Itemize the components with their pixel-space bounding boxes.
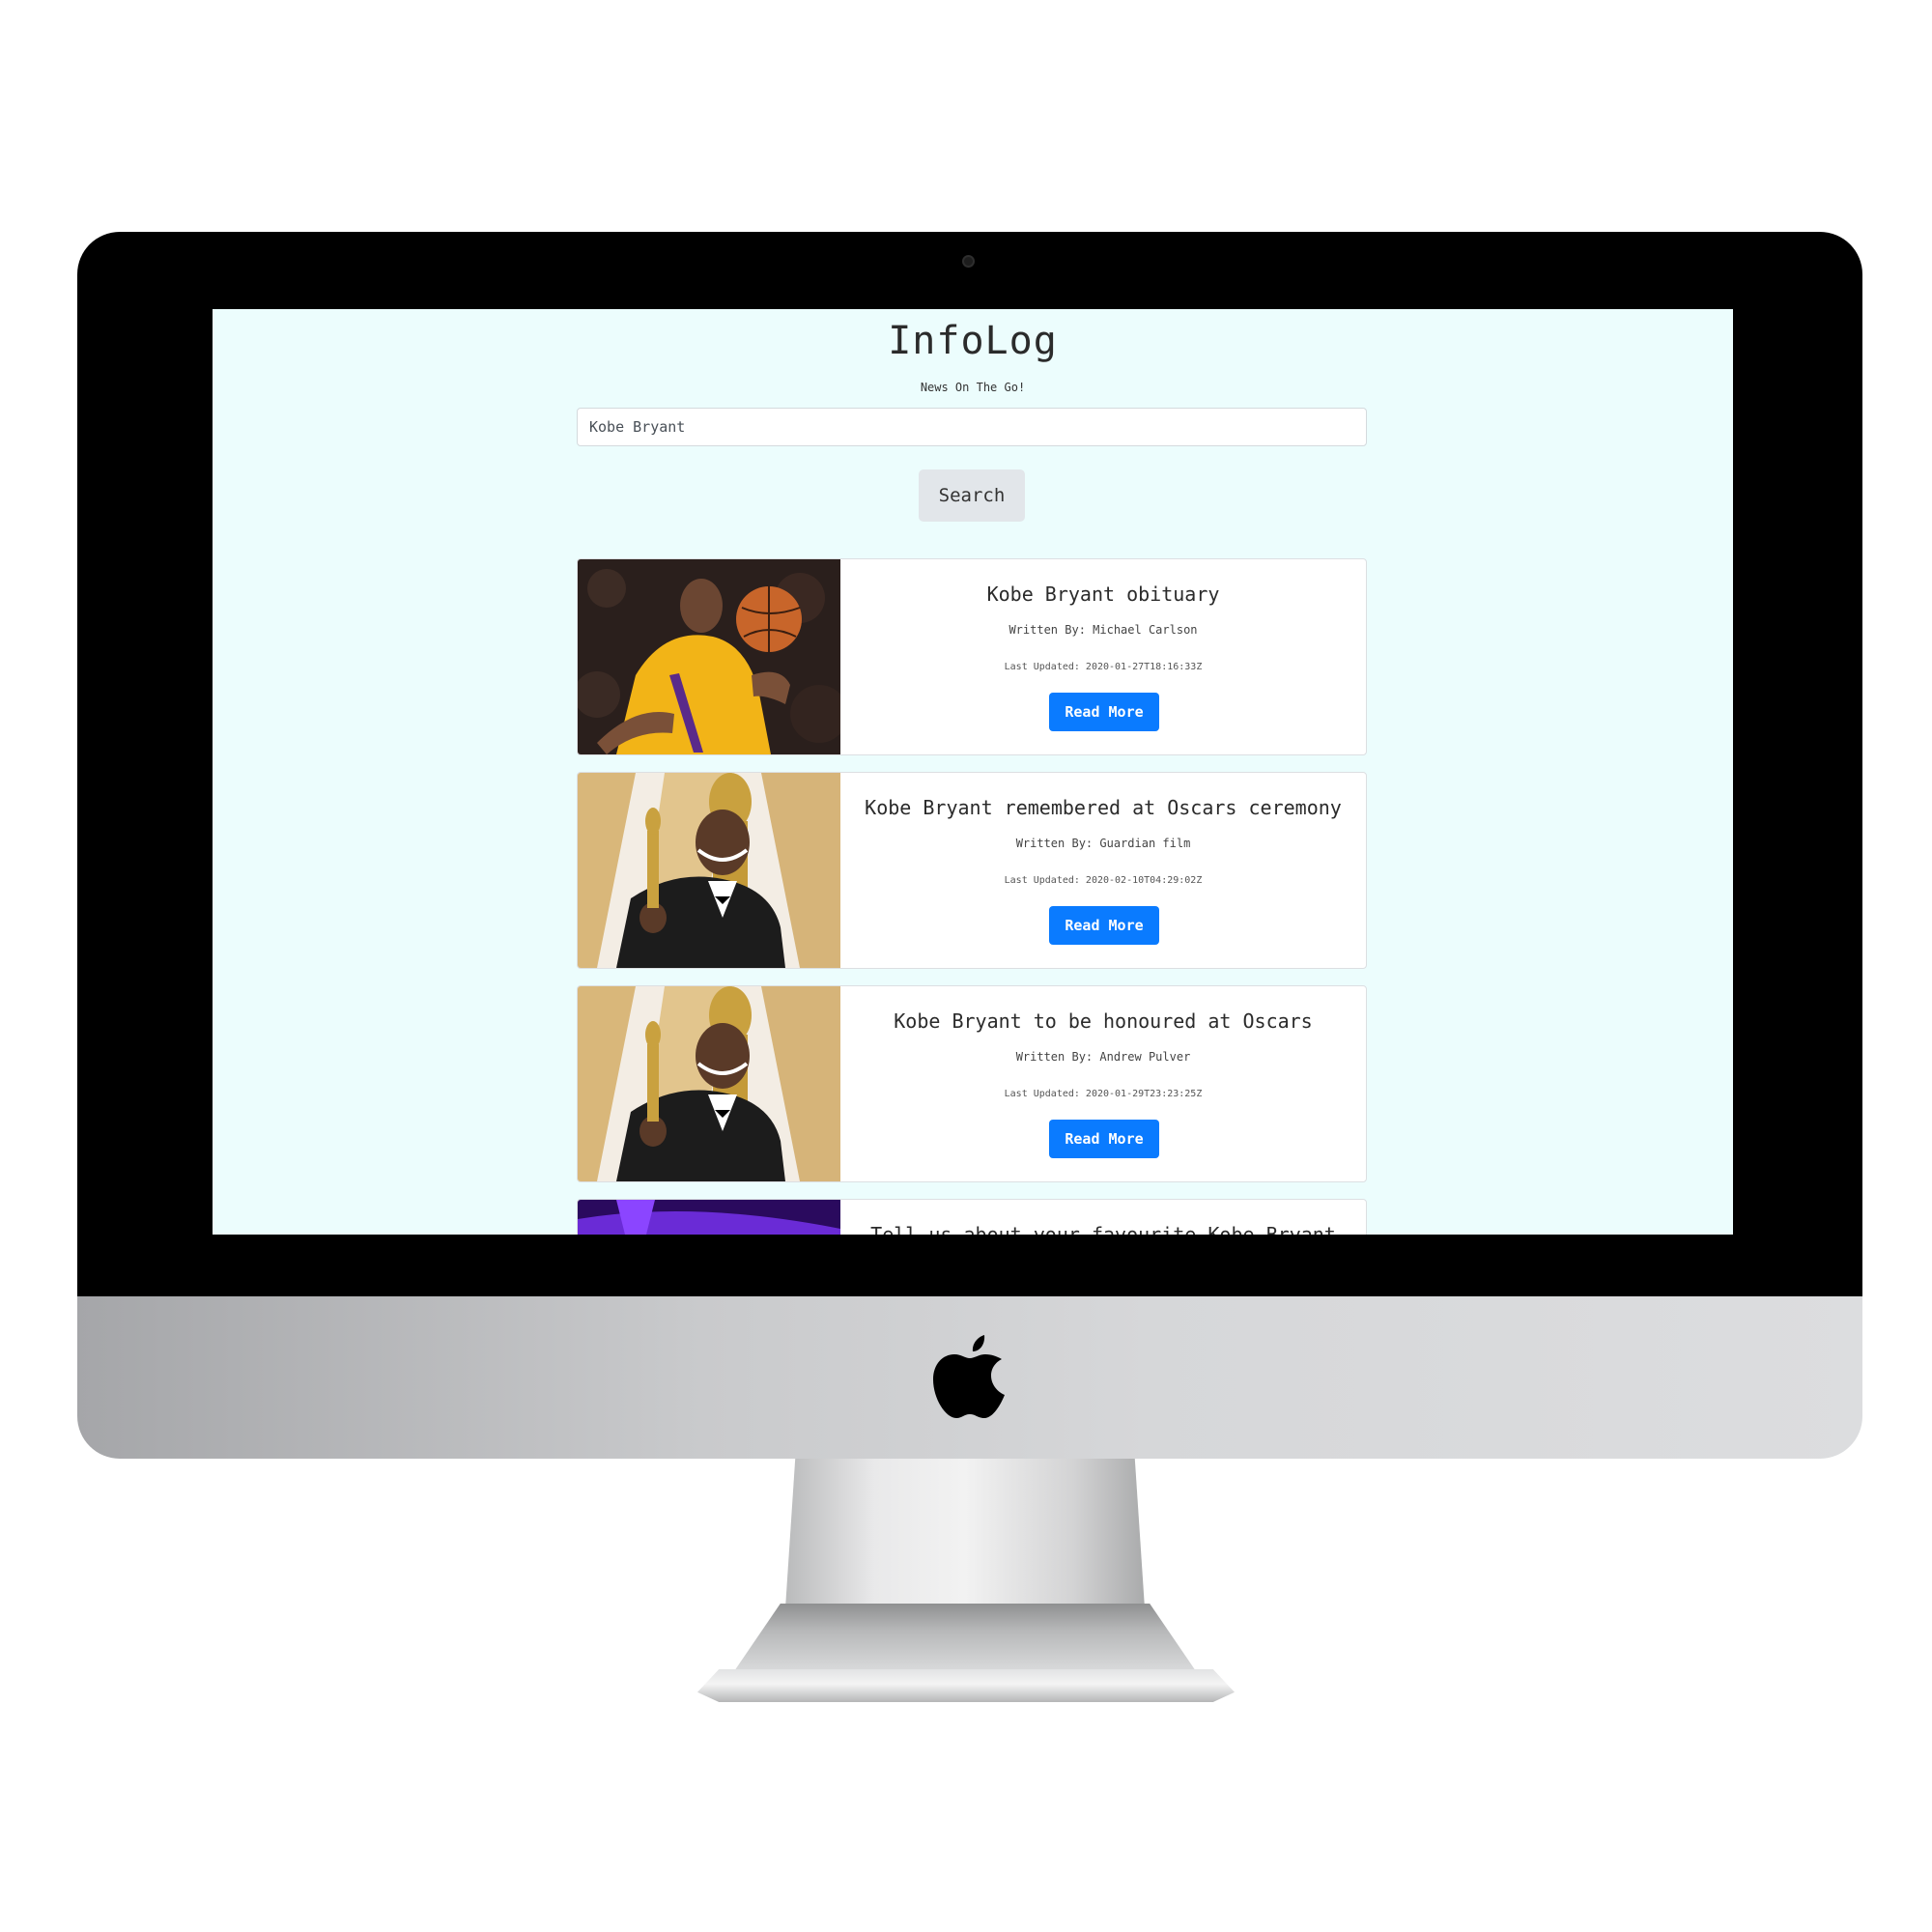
read-more-button[interactable]: Read More bbox=[1049, 906, 1159, 945]
article-card: Kobe Bryant obituary Written By: Michael… bbox=[577, 558, 1367, 755]
article-body: Tell us about your favourite Kobe Bryant bbox=[840, 1200, 1366, 1235]
app-title: InfoLog bbox=[888, 319, 1058, 363]
article-title: Kobe Bryant obituary bbox=[986, 582, 1220, 606]
article-image[interactable] bbox=[578, 559, 840, 754]
apple-logo-icon bbox=[933, 1335, 1005, 1418]
article-updated: Last Updated: 2020-02-10T04:29:02Z bbox=[1004, 875, 1203, 886]
article-updated: Last Updated: 2020-01-29T23:23:25Z bbox=[1004, 1089, 1203, 1099]
article-image[interactable] bbox=[578, 986, 840, 1181]
article-title: Kobe Bryant remembered at Oscars ceremon… bbox=[865, 796, 1342, 819]
app-tagline: News On The Go! bbox=[920, 381, 1026, 394]
article-image[interactable] bbox=[578, 1200, 840, 1235]
article-body: Kobe Bryant to be honoured at Oscars Wri… bbox=[840, 986, 1366, 1181]
imac-mockup: InfoLog News On The Go! Search bbox=[0, 0, 1932, 1932]
article-author: Written By: Guardian film bbox=[1015, 837, 1191, 850]
article-author: Written By: Andrew Pulver bbox=[1015, 1050, 1191, 1064]
camera-icon bbox=[962, 255, 975, 268]
article-card: Tell us about your favourite Kobe Bryant bbox=[577, 1199, 1367, 1235]
article-author: Written By: Michael Carlson bbox=[1009, 623, 1198, 637]
stand-base bbox=[697, 1669, 1235, 1702]
stand-curve bbox=[734, 1604, 1196, 1671]
search-button[interactable]: Search bbox=[919, 469, 1025, 522]
article-card: Kobe Bryant to be honoured at Oscars Wri… bbox=[577, 985, 1367, 1182]
article-title: Tell us about your favourite Kobe Bryant bbox=[870, 1223, 1336, 1235]
stand-neck bbox=[784, 1459, 1146, 1623]
article-title: Kobe Bryant to be honoured at Oscars bbox=[894, 1009, 1313, 1033]
read-more-button[interactable]: Read More bbox=[1049, 1120, 1159, 1158]
read-more-button[interactable]: Read More bbox=[1049, 693, 1159, 731]
search-input[interactable] bbox=[577, 408, 1367, 446]
article-image[interactable] bbox=[578, 773, 840, 968]
article-body: Kobe Bryant obituary Written By: Michael… bbox=[840, 559, 1366, 754]
article-body: Kobe Bryant remembered at Oscars ceremon… bbox=[840, 773, 1366, 968]
article-card: Kobe Bryant remembered at Oscars ceremon… bbox=[577, 772, 1367, 969]
article-updated: Last Updated: 2020-01-27T18:16:33Z bbox=[1004, 662, 1203, 672]
browser-screen: InfoLog News On The Go! Search bbox=[213, 309, 1733, 1235]
